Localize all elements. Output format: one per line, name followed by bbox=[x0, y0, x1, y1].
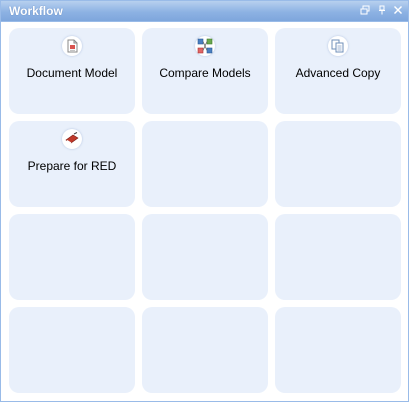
tile-label: Advanced Copy bbox=[295, 66, 381, 80]
empty-tile bbox=[142, 214, 268, 300]
compare-models-tile[interactable]: Compare Models bbox=[142, 28, 268, 114]
tile-label: Compare Models bbox=[159, 66, 251, 80]
empty-tile bbox=[275, 214, 401, 300]
document-model-tile[interactable]: Document Model bbox=[9, 28, 135, 114]
empty-tile bbox=[142, 307, 268, 393]
tile-label: Document Model bbox=[26, 66, 118, 80]
close-icon[interactable] bbox=[393, 4, 404, 17]
prepare-for-red-tile[interactable]: Prepare for RED bbox=[9, 121, 135, 207]
empty-tile bbox=[9, 307, 135, 393]
empty-tile bbox=[275, 121, 401, 207]
panel-tools bbox=[359, 4, 404, 22]
pin-icon[interactable] bbox=[377, 4, 388, 17]
tile-label: Prepare for RED bbox=[27, 159, 117, 173]
restore-icon[interactable] bbox=[360, 4, 371, 17]
empty-tile bbox=[9, 214, 135, 300]
workflow-panel: Workflow Document Model Compare Models A… bbox=[0, 0, 409, 402]
advanced-copy-tile[interactable]: Advanced Copy bbox=[275, 28, 401, 114]
panel-header: Workflow bbox=[1, 1, 408, 22]
compare-icon bbox=[195, 36, 215, 56]
prepare-red-icon bbox=[62, 129, 82, 149]
panel-title: Workflow bbox=[9, 4, 63, 18]
document-icon bbox=[62, 36, 82, 56]
empty-tile bbox=[142, 121, 268, 207]
empty-tile bbox=[275, 307, 401, 393]
copy-icon bbox=[328, 36, 348, 56]
